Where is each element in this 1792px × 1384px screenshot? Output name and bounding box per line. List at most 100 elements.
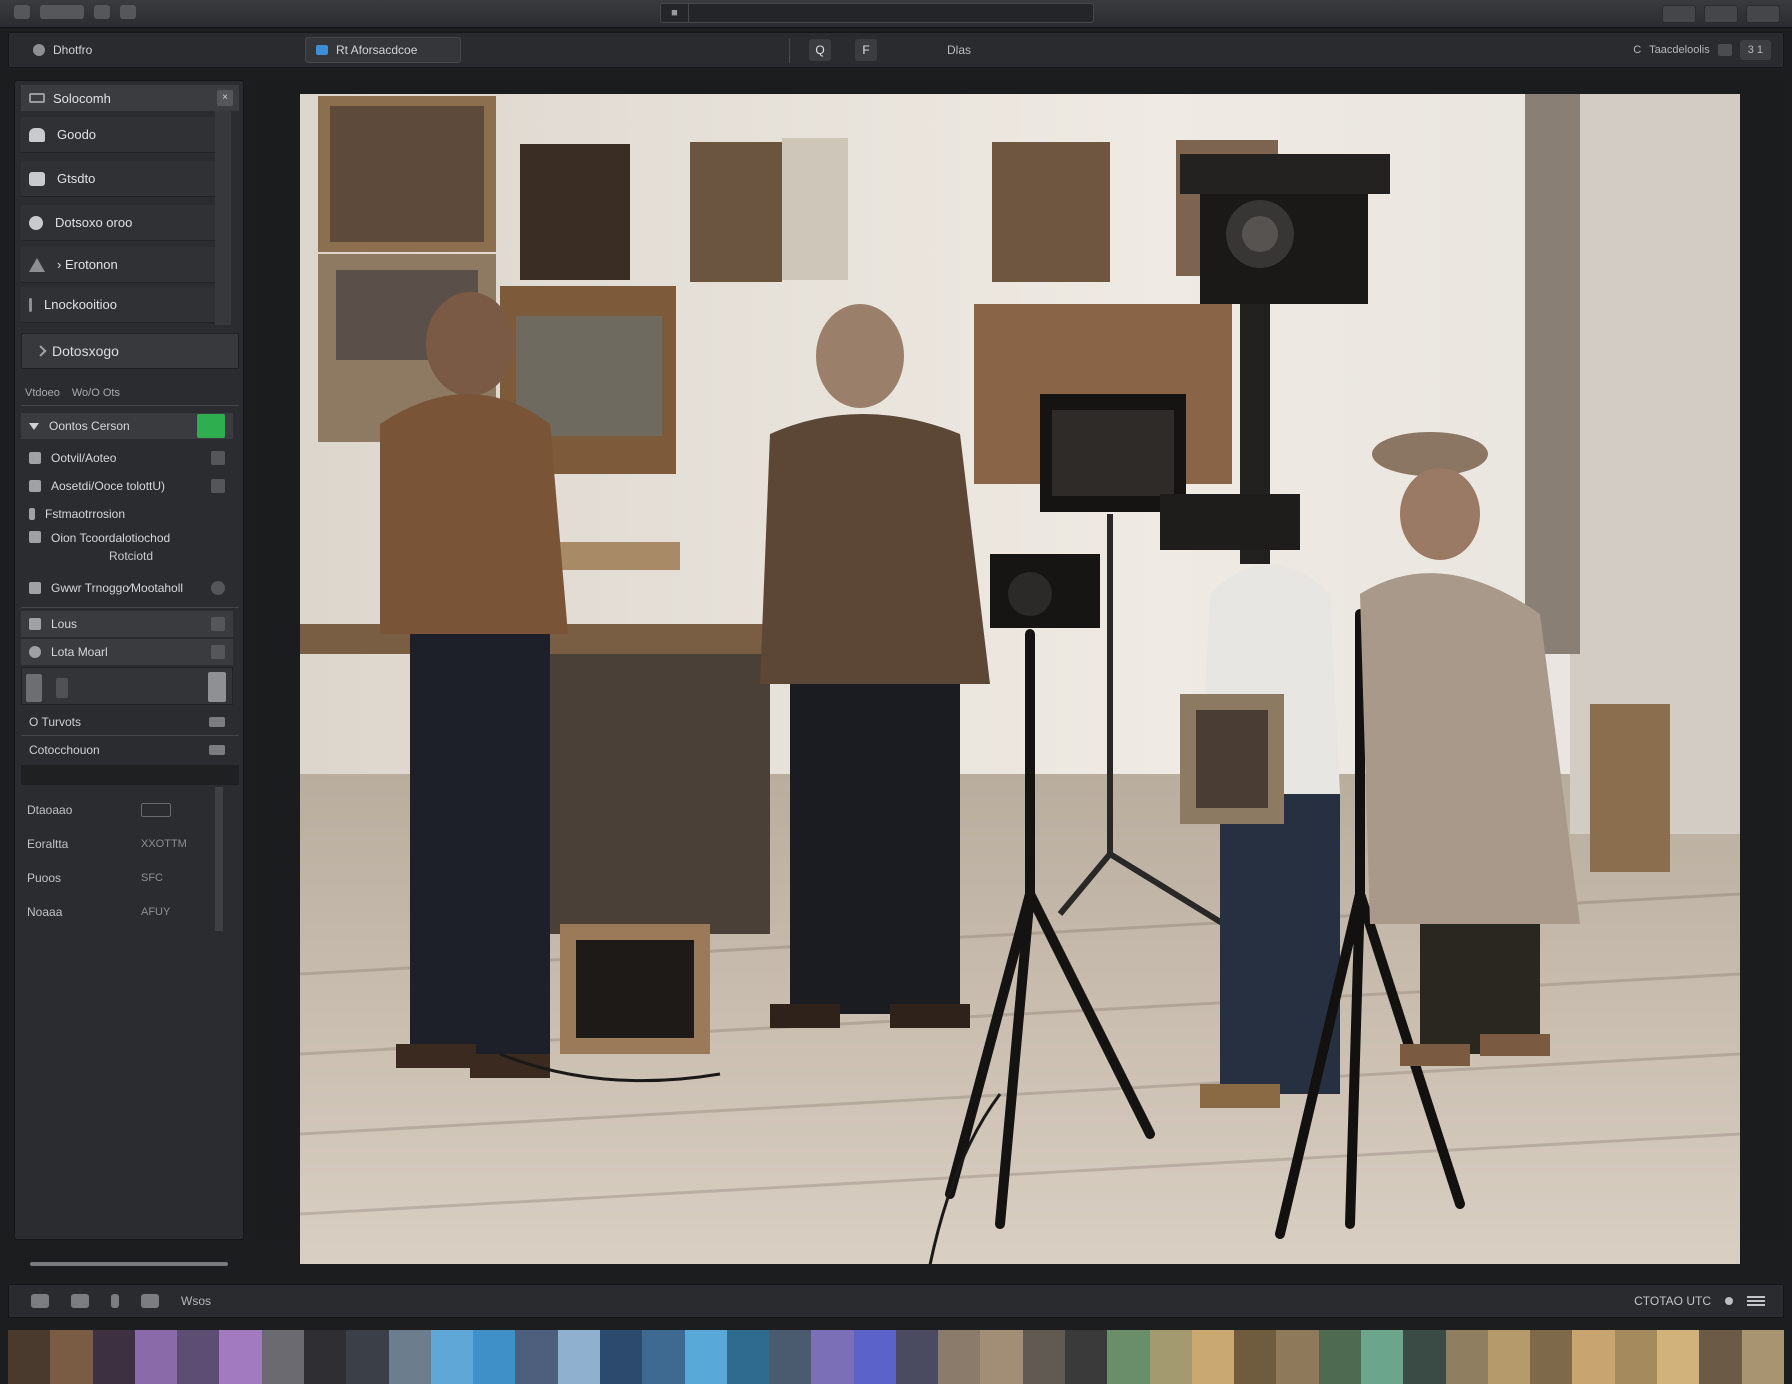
sidebar-item-2[interactable]: Dotsoxo oroo (21, 205, 231, 241)
sidebar-header[interactable]: Solocomh × (21, 85, 239, 111)
visibility-icon[interactable] (29, 452, 41, 464)
link-icon[interactable] (211, 479, 225, 493)
layout-button[interactable] (1704, 5, 1738, 23)
filmstrip-thumbnail[interactable] (303, 1330, 347, 1384)
filmstrip-thumbnail[interactable] (1065, 1330, 1108, 1384)
color-bar[interactable] (21, 765, 239, 785)
undo-icon[interactable] (94, 5, 110, 19)
tab-file[interactable]: Dhotfro (23, 37, 102, 63)
filmstrip-thumbnail[interactable] (515, 1330, 558, 1384)
layer-row[interactable]: Oion Tcoordalotiochod Rotciotd (21, 527, 233, 571)
app-menu-icon[interactable] (14, 5, 30, 19)
filmstrip-thumbnail[interactable] (980, 1330, 1023, 1384)
filmstrip-thumbnail[interactable] (1318, 1330, 1361, 1384)
path-field[interactable]: ■ (660, 3, 1094, 23)
menu-button[interactable] (40, 5, 84, 19)
toggle-icon[interactable] (209, 745, 225, 755)
filmstrip-thumbnail[interactable] (1149, 1330, 1192, 1384)
panel-toggle-icon[interactable] (1717, 44, 1732, 56)
pin-icon[interactable]: ■ (661, 4, 689, 22)
filmstrip-thumbnail[interactable] (1741, 1330, 1784, 1384)
visibility-icon[interactable] (29, 618, 41, 630)
filmstrip-thumbnail[interactable] (1191, 1330, 1235, 1384)
page-counter-button[interactable]: 3 1 (1739, 40, 1771, 60)
filmstrip-thumbnail[interactable] (8, 1330, 51, 1384)
mask-icon[interactable] (211, 581, 225, 595)
filmstrip-thumbnail[interactable] (1107, 1330, 1150, 1384)
view-mode-icon[interactable] (31, 1294, 49, 1308)
property-row[interactable]: Dtaoaao (21, 797, 201, 823)
filmstrip-thumbnail[interactable] (1022, 1330, 1066, 1384)
info-icon[interactable] (111, 1294, 119, 1308)
workspace-label[interactable]: Taacdeloolis (1649, 44, 1710, 56)
crop-icon[interactable] (141, 1294, 159, 1308)
filmstrip-thumbnail[interactable] (1572, 1330, 1615, 1384)
filmstrip-thumbnail[interactable] (1403, 1330, 1446, 1384)
property-row[interactable]: Puoos SFC (21, 865, 201, 891)
filmstrip-thumbnail[interactable] (1530, 1330, 1573, 1384)
tab-document[interactable]: Rt Aforsacdcoe (305, 37, 461, 63)
layer-row[interactable]: Oontos Cerson (21, 413, 233, 439)
redo-icon[interactable] (120, 5, 136, 19)
filmstrip-thumbnail[interactable] (1361, 1330, 1404, 1384)
back-button[interactable] (1662, 5, 1696, 23)
layer-row[interactable]: Lous (21, 611, 233, 637)
filmstrip-thumbnail[interactable] (895, 1330, 939, 1384)
slider-handle-icon[interactable] (208, 672, 226, 702)
visibility-icon[interactable] (29, 646, 41, 658)
toggle-icon[interactable] (209, 717, 225, 727)
flag-row[interactable]: Cotocchouon (21, 739, 233, 761)
filmstrip-thumbnail[interactable] (811, 1330, 854, 1384)
filmstrip-thumbnail[interactable] (1699, 1330, 1742, 1384)
filmstrip-thumbnail[interactable] (769, 1330, 812, 1384)
sidebar-item-3[interactable]: › Erotonon (21, 247, 231, 283)
layer-thumbnail-strip[interactable] (21, 667, 233, 705)
visibility-icon[interactable] (29, 582, 41, 594)
layer-row[interactable]: Fstmaotrrosion (21, 501, 233, 527)
close-icon[interactable]: × (217, 90, 233, 106)
property-value[interactable] (141, 803, 171, 817)
section-header[interactable]: Dotosxogo (21, 333, 239, 369)
property-value[interactable]: SFC (141, 872, 163, 884)
property-value[interactable]: XXOTTM (141, 838, 187, 850)
photo-canvas[interactable] (300, 94, 1740, 1264)
settings-button[interactable] (1746, 5, 1780, 23)
compare-icon[interactable] (71, 1294, 89, 1308)
filmstrip-thumbnail[interactable] (726, 1330, 770, 1384)
flag-row[interactable]: O Turvots (21, 711, 233, 733)
filmstrip-thumbnail[interactable] (853, 1330, 896, 1384)
visibility-icon[interactable] (29, 508, 35, 520)
filmstrip-thumbnail[interactable] (346, 1330, 389, 1384)
filmstrip-thumbnail[interactable] (1276, 1330, 1319, 1384)
filmstrip-thumbnail[interactable] (92, 1330, 135, 1384)
visibility-icon[interactable] (29, 480, 41, 492)
menu-icon[interactable] (1747, 1296, 1765, 1306)
layer-row[interactable]: Gwwr Trnoggo⁄Mootaholl (21, 575, 233, 601)
layer-row[interactable]: Aosetdi/Ooce tolottU) (21, 473, 233, 499)
filmstrip-thumbnail[interactable] (219, 1330, 262, 1384)
filmstrip-thumbnail[interactable] (938, 1330, 981, 1384)
filmstrip-thumbnail[interactable] (557, 1330, 600, 1384)
property-row[interactable]: Eoraltta XXOTTM (21, 831, 201, 857)
color-swatch[interactable] (197, 414, 225, 438)
sidebar-resize-handle[interactable] (30, 1262, 228, 1266)
sidebar-item-0[interactable]: Goodo (21, 117, 231, 153)
filmstrip-thumbnail[interactable] (1487, 1330, 1531, 1384)
filmstrip-thumbnail[interactable] (261, 1330, 304, 1384)
filmstrip-thumbnail[interactable] (388, 1330, 431, 1384)
properties-scrollbar[interactable] (215, 787, 223, 931)
filmstrip-thumbnail[interactable] (177, 1330, 220, 1384)
expand-icon[interactable] (29, 422, 39, 430)
filmstrip-thumbnail[interactable] (50, 1330, 93, 1384)
filmstrip-thumbnail[interactable] (642, 1330, 685, 1384)
filmstrip-thumbnail[interactable] (1614, 1330, 1657, 1384)
filmstrip-thumbnail[interactable] (684, 1330, 727, 1384)
options-icon[interactable] (211, 617, 225, 631)
filmstrip-thumbnail[interactable] (430, 1330, 474, 1384)
lock-icon[interactable] (211, 451, 225, 465)
filmstrip-thumbnail[interactable] (1445, 1330, 1488, 1384)
filmstrip-thumbnail[interactable] (1234, 1330, 1277, 1384)
filmstrip-thumbnail[interactable] (1656, 1330, 1700, 1384)
filmstrip-thumbnail[interactable] (599, 1330, 643, 1384)
sidebar-scrollbar[interactable] (215, 111, 231, 325)
